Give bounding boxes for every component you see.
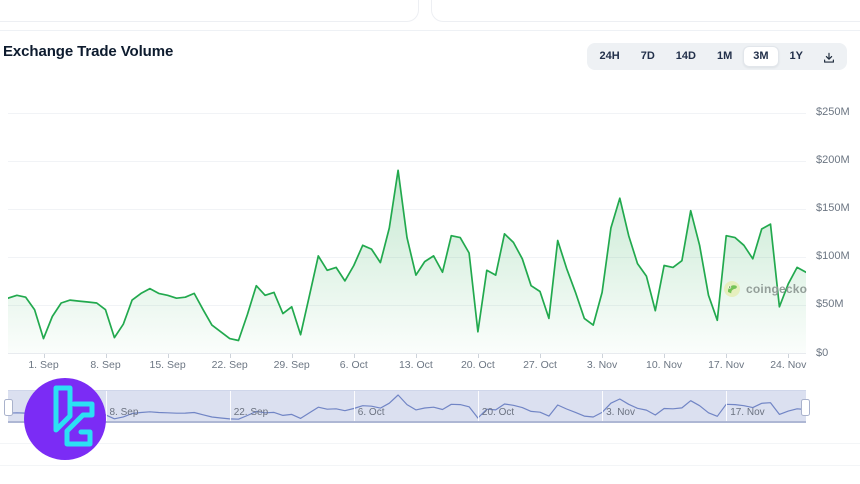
range-selector: 24H 7D 14D 1M 3M 1Y (586, 43, 847, 70)
x-axis-label: 3. Nov (586, 359, 618, 371)
navigator-gridline (229, 391, 231, 421)
x-axis-tick (353, 354, 355, 358)
page-title: Exchange Trade Volume (3, 43, 174, 60)
navigator-gridline (477, 391, 479, 421)
range-button-7d[interactable]: 7D (631, 46, 665, 67)
x-axis-tick (105, 354, 107, 358)
x-axis-tick (229, 354, 231, 358)
y-axis-label: $150M (816, 202, 850, 215)
recorder-logo (24, 378, 106, 460)
y-axis-label: $200M (816, 154, 850, 167)
x-axis-label: 13. Oct (398, 359, 433, 371)
x-axis-label: 17. Nov (708, 359, 745, 371)
x-axis-label: 15. Sep (149, 359, 186, 371)
x-axis-tick (602, 354, 604, 358)
x-axis-tick (540, 354, 541, 358)
y-axis-label: $0 (816, 346, 829, 359)
range-button-1y[interactable]: 1Y (780, 46, 813, 67)
divider-line (0, 443, 860, 444)
x-axis-label: 24. Nov (770, 359, 807, 371)
volume-area (8, 170, 806, 353)
x-axis-label: 6. Oct (339, 359, 368, 371)
x-axis-tick (167, 354, 169, 358)
top-card-right (431, 0, 860, 22)
x-axis-tick (477, 354, 479, 358)
y-axis-label: $50M (816, 298, 844, 311)
watermark-text: coingecko (746, 282, 808, 296)
x-axis-label: 1. Sep (28, 359, 59, 371)
navigator-gridline (602, 391, 604, 421)
download-icon (824, 52, 834, 63)
x-axis-tick (291, 354, 293, 358)
coingecko-watermark: coingecko (723, 280, 807, 298)
navigator-label: 22. Sep (233, 407, 269, 418)
range-button-24h[interactable]: 24H (590, 46, 630, 67)
range-button-1m[interactable]: 1M (707, 46, 742, 67)
x-axis-tick (43, 354, 45, 358)
navigator-handle-left[interactable] (4, 399, 13, 416)
x-axis-tick (664, 354, 666, 358)
navigator-label: 8. Sep (109, 407, 139, 418)
navigator-label: 3. Nov (606, 407, 635, 418)
navigator-gridline (726, 391, 728, 421)
x-axis-tick (415, 354, 417, 358)
x-axis-label: 8. Sep (90, 359, 121, 371)
navigator[interactable]: 8. Sep 22. Sep 6. Oct 20. Oct 3. Nov 17. Nov (4, 390, 810, 423)
divider-line (0, 465, 860, 466)
navigator-label: 17. Nov (730, 407, 765, 418)
navigator-label: 6. Oct (357, 407, 385, 418)
x-axis-tick (726, 354, 728, 358)
gecko-icon (724, 281, 740, 297)
range-button-3m[interactable]: 3M (743, 46, 779, 67)
y-axis-label: $250M (816, 106, 850, 119)
top-card-left (0, 0, 419, 22)
x-axis-label: 20. Oct (460, 359, 495, 371)
download-button[interactable] (814, 48, 844, 66)
x-axis-label: 27. Oct (523, 359, 557, 371)
x-axis-tick (788, 354, 790, 358)
y-axis-label: $100M (816, 250, 850, 263)
volume-chart[interactable] (8, 100, 806, 354)
x-axis-label: 22. Sep (211, 359, 248, 371)
x-axis-label: 10. Nov (646, 359, 683, 371)
navigator-handle-right[interactable] (801, 399, 810, 416)
section-divider (0, 30, 860, 31)
range-button-14d[interactable]: 14D (666, 46, 706, 67)
navigator-gridline (353, 391, 355, 421)
x-axis-label: 29. Sep (273, 359, 310, 371)
navigator-label: 20. Oct (481, 407, 515, 418)
